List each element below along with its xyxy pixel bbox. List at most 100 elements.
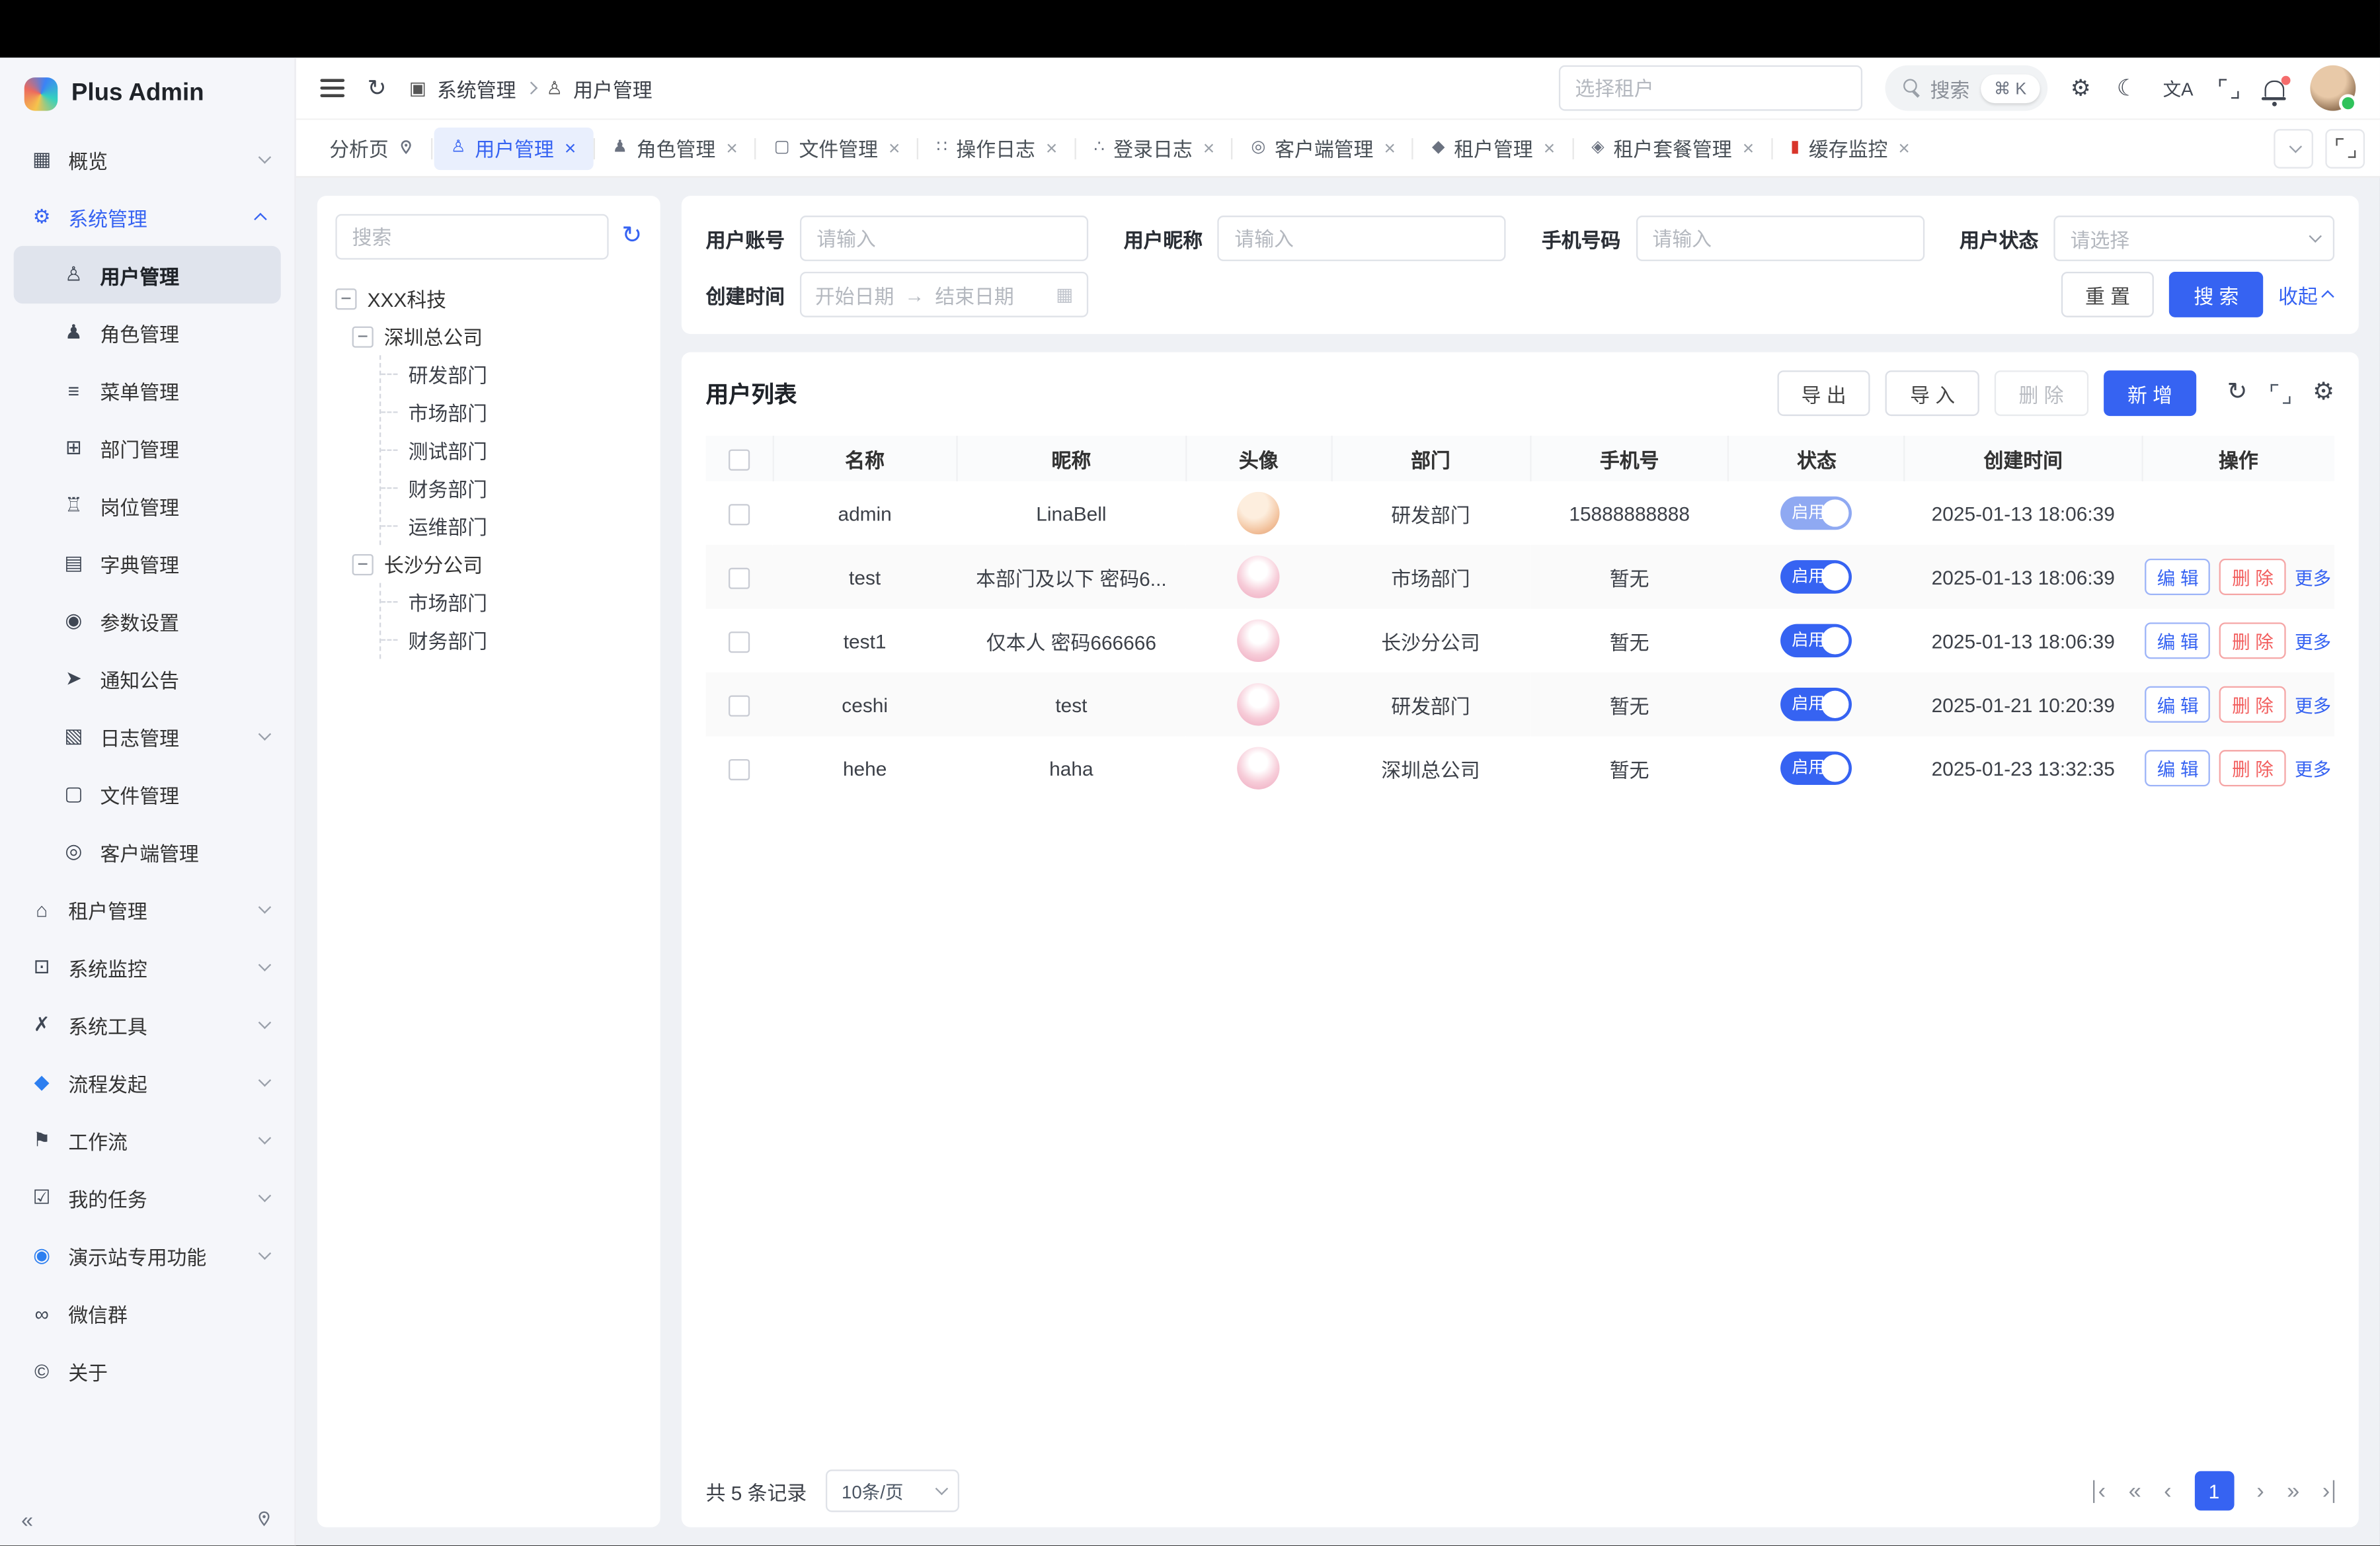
column-header[interactable]: 昵称	[957, 436, 1186, 481]
reset-button[interactable]: 重 置	[2061, 272, 2154, 317]
tab-role-management[interactable]: ♟ 角色管理 ×	[596, 127, 754, 169]
row-checkbox[interactable]	[729, 567, 750, 589]
status-toggle[interactable]: 启用	[1781, 624, 1852, 658]
tree-node-company[interactable]: 长沙分公司	[352, 545, 643, 583]
gear-icon[interactable]: ⚙	[2071, 77, 2091, 99]
sidebar-item-system-management[interactable]: ⚙ 系统管理	[14, 188, 281, 246]
tree-refresh-icon[interactable]: ↻	[621, 225, 642, 249]
tab-operation-log[interactable]: ∷ 操作日志 ×	[920, 127, 1074, 169]
table-settings-icon[interactable]: ⚙	[2313, 381, 2334, 405]
sidebar-item-param-settings[interactable]: ◉ 参数设置	[14, 592, 281, 649]
dark-mode-icon[interactable]: ☾	[2117, 77, 2137, 99]
sidebar-item-log-management[interactable]: ▧ 日志管理	[14, 708, 281, 765]
sidebar-item-process-start[interactable]: ◆ 流程发起	[14, 1053, 281, 1111]
close-icon[interactable]: ×	[1046, 138, 1057, 158]
status-toggle[interactable]: 启用	[1781, 497, 1852, 530]
menu-toggle-icon[interactable]	[320, 79, 344, 97]
tree-node-dept[interactable]: 运维部门	[381, 507, 642, 545]
account-input[interactable]	[800, 216, 1088, 261]
column-header[interactable]: 操作	[2142, 436, 2335, 481]
next-pages-icon[interactable]: »	[2287, 1479, 2299, 1502]
tree-node-dept[interactable]: 市场部门	[381, 393, 642, 431]
delete-button[interactable]: 删 除	[2220, 686, 2286, 723]
delete-button[interactable]: 删 除	[2220, 622, 2286, 659]
sidebar-item-dict-management[interactable]: ▤ 字典管理	[14, 534, 281, 592]
tree-node-dept[interactable]: 财务部门	[381, 469, 642, 507]
close-icon[interactable]: ×	[1384, 138, 1396, 158]
column-header[interactable]: 创建时间	[1905, 436, 2142, 481]
more-button[interactable]: 更多	[2295, 692, 2331, 717]
last-page-icon[interactable]: ›	[2322, 1479, 2334, 1502]
prev-page-icon[interactable]: ‹	[2164, 1479, 2171, 1502]
next-page-icon[interactable]: ›	[2256, 1479, 2264, 1502]
sidebar-item-menu-management[interactable]: ≡ 菜单管理	[14, 361, 281, 419]
sidebar-item-client-management[interactable]: ◎ 客户端管理	[14, 823, 281, 880]
prev-pages-icon[interactable]: «	[2129, 1479, 2141, 1502]
table-refresh-icon[interactable]: ↻	[2227, 381, 2248, 405]
status-toggle[interactable]: 启用	[1781, 751, 1852, 785]
tree-node-dept[interactable]: 财务部门	[381, 621, 642, 659]
first-page-icon[interactable]: ‹	[2094, 1479, 2106, 1502]
close-icon[interactable]: ×	[726, 138, 737, 158]
current-page[interactable]: 1	[2194, 1471, 2234, 1511]
close-icon[interactable]: ×	[1743, 138, 1754, 158]
search-button[interactable]: 搜 索	[2170, 272, 2263, 317]
status-toggle[interactable]: 启用	[1781, 560, 1852, 594]
sidebar-item-about[interactable]: © 关于	[14, 1342, 281, 1400]
tree-node-dept[interactable]: 研发部门	[381, 355, 642, 393]
tab-tenant-package-management[interactable]: ◈ 租户套餐管理 ×	[1575, 127, 1770, 169]
sidebar-item-file-management[interactable]: ▢ 文件管理	[14, 765, 281, 823]
edit-button[interactable]: 编 辑	[2145, 622, 2211, 659]
close-icon[interactable]: ×	[1898, 138, 1909, 158]
global-search-button[interactable]: 搜索 ⌘ K	[1885, 65, 2048, 111]
pin-icon[interactable]	[398, 140, 415, 156]
phone-input[interactable]	[1636, 216, 1924, 261]
tab-user-management[interactable]: ♙ 用户管理 ×	[434, 127, 593, 169]
edit-button[interactable]: 编 辑	[2145, 750, 2211, 786]
column-header[interactable]: 名称	[773, 436, 957, 481]
sidebar-item-tenant-management[interactable]: ⌂ 租户管理	[14, 881, 281, 938]
page-size-select[interactable]: 10条/页	[826, 1469, 960, 1512]
sidebar-item-overview[interactable]: ▦ 概览	[14, 130, 281, 188]
tenant-select-input[interactable]	[1558, 65, 1862, 111]
sidebar-item-workflow[interactable]: ⚑ 工作流	[14, 1112, 281, 1169]
more-button[interactable]: 更多	[2295, 564, 2331, 590]
tree-node-company[interactable]: 深圳总公司	[352, 317, 643, 355]
collapse-sidebar-button[interactable]: «	[21, 1508, 33, 1532]
sidebar-item-role-management[interactable]: ♟ 角色管理	[14, 304, 281, 361]
row-checkbox[interactable]	[729, 504, 750, 525]
batch-delete-button[interactable]: 删 除	[1995, 370, 2088, 416]
sidebar-item-demo-features[interactable]: ◉ 演示站专用功能	[14, 1227, 281, 1284]
row-checkbox[interactable]	[729, 758, 750, 780]
tab-tenant-management[interactable]: ◆ 租户管理 ×	[1415, 127, 1572, 169]
select-all-checkbox[interactable]	[729, 449, 750, 470]
row-checkbox[interactable]	[729, 631, 750, 653]
delete-button[interactable]: 删 除	[2220, 750, 2286, 786]
tab-client-management[interactable]: ◎ 客户端管理 ×	[1234, 127, 1412, 169]
tab-cache-monitor[interactable]: ▮ 缓存监控 ×	[1774, 127, 1926, 169]
translate-icon[interactable]: 文A	[2163, 75, 2194, 101]
column-header[interactable]: 头像	[1186, 436, 1331, 481]
column-header[interactable]: 部门	[1331, 436, 1530, 481]
user-avatar[interactable]	[2310, 65, 2356, 111]
tree-node-root[interactable]: XXX科技	[335, 279, 642, 317]
table-fullscreen-icon[interactable]	[2270, 384, 2290, 403]
nickname-input[interactable]	[1218, 216, 1506, 261]
delete-button[interactable]: 删 除	[2220, 559, 2286, 595]
sidebar-item-notice[interactable]: ➤ 通知公告	[14, 650, 281, 708]
tab-analysis-page[interactable]: 分析页	[313, 127, 431, 169]
notification-bell-icon[interactable]	[2264, 80, 2284, 97]
sidebar-item-system-monitor[interactable]: ⊡ 系统监控	[14, 938, 281, 996]
status-select[interactable]: 请选择	[2053, 216, 2334, 261]
sidebar-item-dept-management[interactable]: ⊞ 部门管理	[14, 419, 281, 477]
sidebar-item-wechat-group[interactable]: ∞ 微信群	[14, 1284, 281, 1342]
tree-node-dept[interactable]: 市场部门	[381, 583, 642, 621]
tab-file-management[interactable]: ▢ 文件管理 ×	[758, 127, 917, 169]
row-checkbox[interactable]	[729, 695, 750, 716]
tree-expander[interactable]	[352, 553, 374, 575]
import-button[interactable]: 导 入	[1885, 370, 1979, 416]
tab-dropdown-button[interactable]	[2274, 128, 2313, 168]
sidebar-item-user-management[interactable]: ♙ 用户管理	[14, 246, 281, 304]
edit-button[interactable]: 编 辑	[2145, 559, 2211, 595]
pin-sidebar-icon[interactable]	[255, 1510, 274, 1529]
